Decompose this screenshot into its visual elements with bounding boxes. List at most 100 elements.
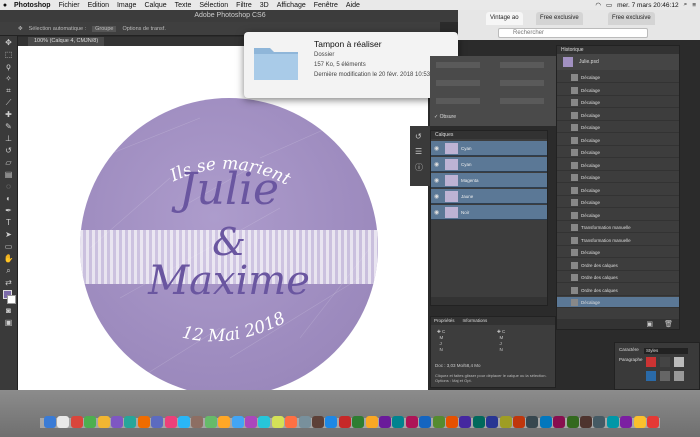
browser-tab-2[interactable]: Free exclusive: [536, 12, 583, 25]
styles-panel-title[interactable]: Styles: [644, 348, 688, 354]
style-swatch[interactable]: [674, 357, 684, 367]
dock-app-icon[interactable]: [245, 416, 257, 428]
prop-field-4[interactable]: [500, 80, 544, 86]
dock-app-icon[interactable]: [379, 416, 391, 428]
prop-field-3[interactable]: [436, 80, 480, 86]
history-entry[interactable]: Décalage: [557, 210, 679, 221]
menu-item-affichage[interactable]: Affichage: [273, 2, 310, 9]
menu-item-fenetre[interactable]: Fenêtre: [310, 2, 342, 9]
history-entry[interactable]: Décalage: [557, 297, 679, 308]
notification-icon[interactable]: ≡: [692, 2, 696, 9]
dock-app-icon[interactable]: [459, 416, 472, 428]
swap-colors-icon[interactable]: ⇄: [3, 278, 15, 288]
wifi-icon[interactable]: ◠: [595, 1, 601, 9]
menubar-clock[interactable]: mer. 7 mars 20:46:12: [617, 2, 678, 9]
dock-app-icon[interactable]: [553, 416, 566, 428]
eyedropper-icon[interactable]: ⟋: [3, 98, 15, 108]
move-tool-icon[interactable]: ✥: [3, 38, 15, 48]
dock-app-icon[interactable]: [365, 416, 378, 428]
crop-tool-icon[interactable]: ⌗: [3, 86, 15, 96]
menu-item-edition[interactable]: Edition: [84, 2, 113, 9]
background-color-swatch[interactable]: [7, 295, 16, 304]
history-brush-icon[interactable]: ↺: [3, 146, 15, 156]
history-entry[interactable]: Décalage: [557, 122, 679, 133]
visibility-eye-icon[interactable]: ◉: [434, 193, 439, 200]
dock-app-icon[interactable]: [271, 416, 284, 428]
healing-brush-icon[interactable]: ✚: [3, 110, 15, 120]
pen-tool-icon[interactable]: ✒: [3, 206, 15, 216]
dock-app-icon[interactable]: [298, 416, 311, 428]
quick-mask-icon[interactable]: ◙: [3, 306, 15, 316]
auto-select-dropdown[interactable]: Groupe: [92, 25, 117, 32]
browser-search-input[interactable]: Rechercher: [498, 28, 648, 38]
style-swatch[interactable]: [660, 357, 670, 367]
history-entry[interactable]: Décalage: [557, 110, 679, 121]
layer-row[interactable]: ◉ Magenta: [431, 173, 547, 188]
style-swatch[interactable]: [674, 371, 684, 381]
shape-tool-icon[interactable]: ▭: [3, 242, 15, 252]
layer-row[interactable]: ◉ Noir: [431, 205, 547, 220]
history-entry[interactable]: Ordre des calques: [557, 272, 679, 283]
screen-mode-icon[interactable]: ▣: [3, 318, 15, 328]
prop-field-5[interactable]: [436, 98, 480, 104]
dock-app-icon[interactable]: [352, 416, 365, 428]
dock-app-icon[interactable]: [606, 416, 619, 428]
dock-app-icon[interactable]: [325, 416, 338, 428]
properties-panel-icon[interactable]: ☰: [415, 147, 430, 156]
dock-app-icon[interactable]: [258, 416, 271, 428]
dock-app-icon[interactable]: [137, 416, 150, 428]
battery-icon[interactable]: ▭: [606, 1, 612, 9]
menu-item-filtre[interactable]: Filtre: [232, 2, 256, 9]
layer-row[interactable]: ◉ Cyan: [431, 157, 547, 172]
history-entry[interactable]: Décalage: [557, 172, 679, 183]
dock-app-icon[interactable]: [111, 416, 123, 428]
history-entry[interactable]: Décalage: [557, 197, 679, 208]
visibility-eye-icon[interactable]: ◉: [434, 161, 439, 168]
opacity-checkbox[interactable]: ✓ Obsure: [434, 114, 456, 120]
history-entry[interactable]: Ordre des calques: [557, 260, 679, 271]
type-tool-icon[interactable]: T: [3, 218, 15, 228]
dock-app-icon[interactable]: [204, 416, 217, 428]
dock-app-icon[interactable]: [218, 416, 231, 428]
new-snapshot-icon[interactable]: ▣: [646, 320, 653, 328]
tab-informations[interactable]: Informations: [463, 317, 488, 325]
magic-wand-icon[interactable]: ✧: [3, 74, 15, 84]
auto-select-label[interactable]: Sélection automatique :: [29, 26, 86, 32]
dock-app-icon[interactable]: [178, 416, 190, 428]
history-entry[interactable]: Décalage: [557, 97, 679, 108]
history-entry[interactable]: Décalage: [557, 185, 679, 196]
menu-item-fichier[interactable]: Fichier: [55, 2, 84, 9]
menu-app-name[interactable]: Photoshop: [10, 2, 55, 9]
layer-row[interactable]: ◉ Cyan: [431, 141, 547, 156]
blur-tool-icon[interactable]: ◌: [3, 182, 15, 192]
history-entry[interactable]: Décalage: [557, 72, 679, 83]
dock-app-icon[interactable]: [620, 416, 633, 428]
move-tool-icon[interactable]: ✥: [18, 26, 23, 32]
style-swatch[interactable]: [646, 371, 656, 381]
history-entry[interactable]: Transformation manuelle: [557, 235, 679, 246]
dock-app-icon[interactable]: [392, 416, 405, 428]
style-swatch[interactable]: [646, 357, 656, 367]
browser-tab-3[interactable]: Free exclusive: [608, 12, 655, 25]
dock-app-icon[interactable]: [526, 416, 539, 428]
info-panel-icon[interactable]: ⓘ: [415, 162, 430, 173]
prop-field-6[interactable]: [500, 98, 544, 104]
brush-tool-icon[interactable]: ✎: [3, 122, 15, 132]
prop-field-1[interactable]: [436, 62, 480, 68]
dock-app-icon[interactable]: [419, 416, 432, 428]
dock-app-icon[interactable]: [151, 416, 164, 428]
dock-app-icon[interactable]: [580, 416, 592, 428]
character-panel-title[interactable]: Caractère: [619, 347, 639, 352]
dock-app-icon[interactable]: [499, 416, 512, 428]
dock-app-icon[interactable]: [486, 416, 499, 428]
menu-item-aide[interactable]: Aide: [342, 2, 364, 9]
menu-item-texte[interactable]: Texte: [171, 2, 196, 9]
dock-app-icon[interactable]: [513, 416, 525, 428]
dock-app-icon[interactable]: [566, 416, 579, 428]
clone-stamp-icon[interactable]: ⊥: [3, 134, 15, 144]
history-entry[interactable]: Transformation manuelle: [557, 222, 679, 233]
dock-app-icon[interactable]: [432, 416, 445, 428]
trash-icon[interactable]: 🗑: [664, 320, 673, 328]
spotlight-icon[interactable]: ⌕: [684, 1, 688, 9]
lasso-tool-icon[interactable]: ϙ: [3, 62, 15, 72]
